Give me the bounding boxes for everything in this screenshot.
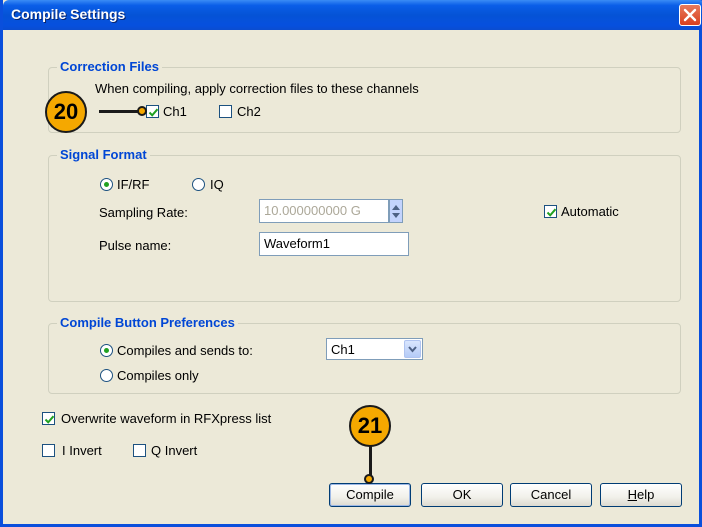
compile-preferences-legend: Compile Button Preferences	[57, 315, 238, 330]
correction-files-legend: Correction Files	[57, 59, 162, 74]
i-invert-checkbox[interactable]	[42, 444, 55, 457]
sampling-rate-label: Sampling Rate:	[99, 205, 188, 220]
sampling-rate-spinner[interactable]	[389, 199, 403, 223]
sampling-rate-input[interactable]: 10.000000000 G	[259, 199, 389, 223]
compile-settings-dialog: Compile Settings Correction Files When c…	[0, 0, 702, 527]
send-channel-dropdown[interactable]: Ch1	[326, 338, 423, 360]
overwrite-label[interactable]: Overwrite waveform in RFXpress list	[61, 411, 271, 426]
spin-up-icon	[392, 205, 400, 210]
dropdown-arrow[interactable]	[404, 340, 421, 358]
send-channel-value: Ch1	[331, 342, 355, 357]
close-button[interactable]	[679, 4, 701, 26]
radio-selected-dot	[104, 182, 109, 187]
callout-20-dot	[137, 106, 147, 116]
pulse-name-label: Pulse name:	[99, 238, 172, 253]
signal-format-legend: Signal Format	[57, 147, 150, 162]
close-icon	[683, 8, 697, 22]
ch1-label[interactable]: Ch1	[163, 104, 187, 119]
iq-label[interactable]: IQ	[210, 177, 224, 192]
title-bar[interactable]: Compile Settings	[3, 0, 702, 30]
chevron-down-icon	[408, 346, 417, 353]
iq-radio[interactable]	[192, 178, 205, 191]
compiles-only-radio[interactable]	[100, 369, 113, 382]
radio-selected-dot	[104, 348, 109, 353]
ch2-checkbox[interactable]	[219, 105, 232, 118]
spin-down-icon	[392, 213, 400, 218]
pulse-name-input[interactable]: Waveform1	[259, 232, 409, 256]
ok-button[interactable]: OK	[421, 483, 503, 507]
compiles-only-label[interactable]: Compiles only	[117, 368, 199, 383]
checkmark-icon	[148, 108, 159, 117]
correction-files-description: When compiling, apply correction files t…	[95, 81, 419, 96]
overwrite-checkbox[interactable]	[42, 412, 55, 425]
ch2-label[interactable]: Ch2	[237, 104, 261, 119]
callout-20-badge: 20	[45, 91, 87, 133]
help-button[interactable]: Help	[600, 483, 682, 507]
correction-files-group: Correction Files	[48, 59, 681, 133]
checkmark-icon	[546, 208, 557, 217]
q-invert-checkbox[interactable]	[133, 444, 146, 457]
if-rf-label[interactable]: IF/RF	[117, 177, 150, 192]
automatic-checkbox[interactable]	[544, 205, 557, 218]
ch1-checkbox[interactable]	[146, 105, 159, 118]
dialog-title: Compile Settings	[11, 6, 126, 22]
checkmark-icon	[44, 415, 55, 424]
cancel-button[interactable]: Cancel	[510, 483, 592, 507]
compile-button[interactable]: Compile	[329, 483, 411, 507]
callout-21-badge: 21	[349, 405, 391, 447]
q-invert-label[interactable]: Q Invert	[151, 443, 197, 458]
compiles-and-sends-label[interactable]: Compiles and sends to:	[117, 343, 253, 358]
i-invert-label[interactable]: I Invert	[62, 443, 102, 458]
help-accelerator: H	[627, 487, 638, 502]
callout-21-dot	[364, 474, 374, 484]
compiles-and-sends-radio[interactable]	[100, 344, 113, 357]
if-rf-radio[interactable]	[100, 178, 113, 191]
help-label: elp	[637, 487, 655, 502]
automatic-label[interactable]: Automatic	[561, 204, 619, 219]
